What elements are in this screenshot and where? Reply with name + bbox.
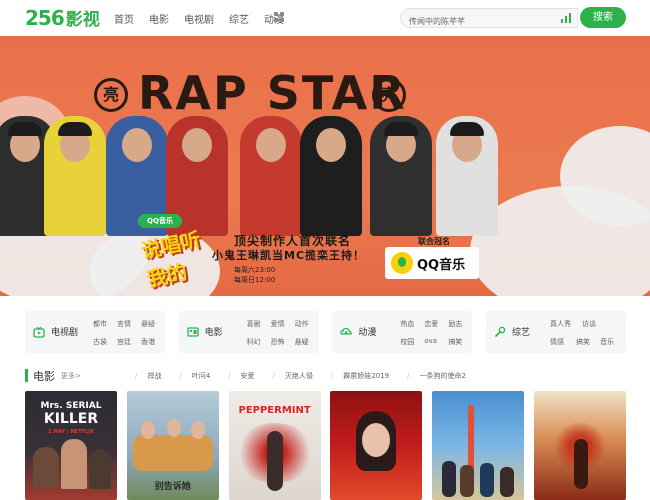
category-link[interactable]: 情感 xyxy=(550,337,576,347)
section-tag[interactable]: 一条狗的使命2 xyxy=(407,371,465,381)
category-link[interactable]: 悬疑 xyxy=(295,337,319,347)
category-link[interactable]: 搞笑 xyxy=(448,337,472,347)
nav-tv[interactable]: 电视剧 xyxy=(184,11,214,26)
category-link[interactable]: 悬疑 xyxy=(141,319,165,329)
movie-posters: Mrs. SERIAL KILLER 1 MAY | NETFLIX 别告诉她 … xyxy=(25,391,626,500)
cloud-icon xyxy=(340,327,352,335)
section-title: 电影 xyxy=(33,370,55,383)
category-link[interactable]: 言情 xyxy=(117,319,141,329)
nav-home[interactable]: 首页 xyxy=(114,11,134,26)
performer-7 xyxy=(370,116,432,236)
search-button[interactable]: 搜索 xyxy=(580,7,626,28)
category-link[interactable]: 热血 xyxy=(400,319,424,329)
banner-tagline-2: 小鬼王琳凯当MC揽栾王持！ xyxy=(212,249,366,262)
nav-movies[interactable]: 电影 xyxy=(149,11,169,26)
category-link[interactable]: 香港 xyxy=(141,337,165,347)
category-link[interactable]: 访谈 xyxy=(582,319,600,329)
category-link[interactable]: 爱情 xyxy=(271,319,295,329)
poster-fantasy[interactable] xyxy=(533,391,626,500)
category-link[interactable]: 音乐 xyxy=(600,337,624,347)
category-link[interactable]: 宫廷 xyxy=(117,337,141,347)
performer-6 xyxy=(300,116,362,236)
category-tv: 电视剧 都市 言情 悬疑 古装 宫廷 香港 xyxy=(25,311,165,353)
search-input[interactable] xyxy=(409,12,559,31)
poster-title: Mrs. SERIAL xyxy=(40,401,102,411)
main-nav: 首页 电影 电视剧 综艺 动漫 xyxy=(114,11,299,26)
logo-text: 影视 xyxy=(65,10,100,30)
category-link[interactable]: 喜剧 xyxy=(247,319,271,329)
category-link[interactable]: 励志 xyxy=(448,319,472,329)
category-link[interactable]: 搞笑 xyxy=(576,337,600,347)
category-link[interactable]: 恐怖 xyxy=(271,337,295,347)
category-title[interactable]: 动漫 xyxy=(358,325,376,338)
category-title[interactable]: 电视剧 xyxy=(51,325,78,338)
poster-title-2: KILLER xyxy=(43,411,99,427)
more-link[interactable]: 更多> xyxy=(61,371,81,381)
category-variety: 综艺 真人秀 访谈 情感 搞笑 音乐 xyxy=(485,311,626,353)
section-tag[interactable]: 安爱 xyxy=(228,371,255,381)
category-anime: 动漫 热血 恋爱 励志 校园 ova 搞笑 xyxy=(332,311,473,353)
top-header: 256 影视 首页 电影 电视剧 综艺 动漫 搜索 xyxy=(0,0,650,36)
category-link[interactable]: 都市 xyxy=(93,319,117,329)
qq-music-icon xyxy=(391,252,413,274)
search-box xyxy=(400,8,578,31)
category-link[interactable]: 动作 xyxy=(295,319,319,329)
mic-icon xyxy=(495,326,506,337)
category-bar: 电视剧 都市 言情 悬疑 古装 宫廷 香港 电影 喜剧 爱情 动作 科幻 恐怖 … xyxy=(25,311,626,353)
poster-title: PEPPERMINT xyxy=(238,405,311,416)
sponsor-label: 联合冠名 xyxy=(418,237,450,246)
category-title[interactable]: 电影 xyxy=(205,325,223,338)
category-links: 热血 恋爱 励志 校园 ova 搞笑 xyxy=(400,319,472,347)
category-link[interactable]: ova xyxy=(424,337,448,347)
section-tags: 捍战 叶问4 安爱 灭绝人侵 霹雳娇娃2019 一条狗的使命2 xyxy=(135,371,484,381)
poster-mrs-serial-killer[interactable]: Mrs. SERIAL KILLER 1 MAY | NETFLIX xyxy=(25,391,117,500)
logo-number: 256 xyxy=(25,6,65,30)
qq-badge: QQ音乐 xyxy=(138,214,182,228)
poster-title: 别告诉她 xyxy=(154,482,191,492)
section-tag[interactable]: 灭绝人侵 xyxy=(273,371,313,381)
schedule-line-2: 每周日12:00 xyxy=(234,276,276,284)
category-link[interactable]: 古装 xyxy=(93,337,117,347)
site-logo[interactable]: 256 影视 xyxy=(25,5,100,30)
poster-subtitle: 1 MAY | NETFLIX xyxy=(48,429,94,435)
performer-5 xyxy=(240,116,302,236)
section-tag[interactable]: 捍战 xyxy=(135,371,161,381)
schedule-line-1: 每周六23:00 xyxy=(234,266,276,274)
category-title[interactable]: 综艺 xyxy=(512,325,530,338)
movies-section-header: 电影 更多> 捍战 叶问4 安爱 灭绝人侵 霹雳娇娃2019 一条狗的使命2 xyxy=(25,368,626,384)
category-link[interactable]: 真人秀 xyxy=(550,319,576,329)
poster-peppermint[interactable]: PEPPERMINT xyxy=(228,391,321,500)
sponsor-text: QQ音乐 xyxy=(417,257,466,273)
category-movie: 电影 喜剧 爱情 动作 科幻 恐怖 悬疑 xyxy=(178,311,319,353)
banner-title: RAP STAR xyxy=(138,66,407,120)
category-links: 喜剧 爱情 动作 科幻 恐怖 悬疑 xyxy=(247,319,319,347)
section-accent-bar xyxy=(25,369,28,382)
signal-icon xyxy=(561,13,571,23)
performer-2 xyxy=(44,116,106,236)
hero-banner[interactable]: 亮 亮 RAP STAR 说唱听我的 QQ音乐 顶尖制作人首次联名 小鬼王琳凯当… xyxy=(0,36,650,296)
category-link[interactable]: 恋爱 xyxy=(424,319,448,329)
section-tag[interactable]: 霹雳娇娃2019 xyxy=(331,371,389,381)
section-tag[interactable]: 叶问4 xyxy=(179,371,210,381)
badge-left-icon: 亮 xyxy=(94,78,128,112)
category-links: 真人秀 访谈 情感 搞笑 音乐 xyxy=(550,319,622,347)
banner-schedule: 每周六23:00 每周日12:00 xyxy=(234,265,275,285)
poster-city[interactable] xyxy=(432,391,525,500)
category-links: 都市 言情 悬疑 古装 宫廷 香港 xyxy=(93,319,165,347)
performer-8 xyxy=(436,116,498,236)
grid-menu-icon[interactable] xyxy=(274,12,284,22)
category-link[interactable]: 科幻 xyxy=(247,337,271,347)
category-link[interactable]: 校园 xyxy=(400,337,424,347)
poster-mulan[interactable] xyxy=(330,391,423,500)
tv-icon xyxy=(33,326,45,338)
sponsor-logo: QQ音乐 xyxy=(385,247,479,279)
film-icon xyxy=(187,327,199,337)
nav-variety[interactable]: 综艺 xyxy=(229,11,249,26)
poster-family[interactable]: 别告诉她 xyxy=(126,391,219,500)
